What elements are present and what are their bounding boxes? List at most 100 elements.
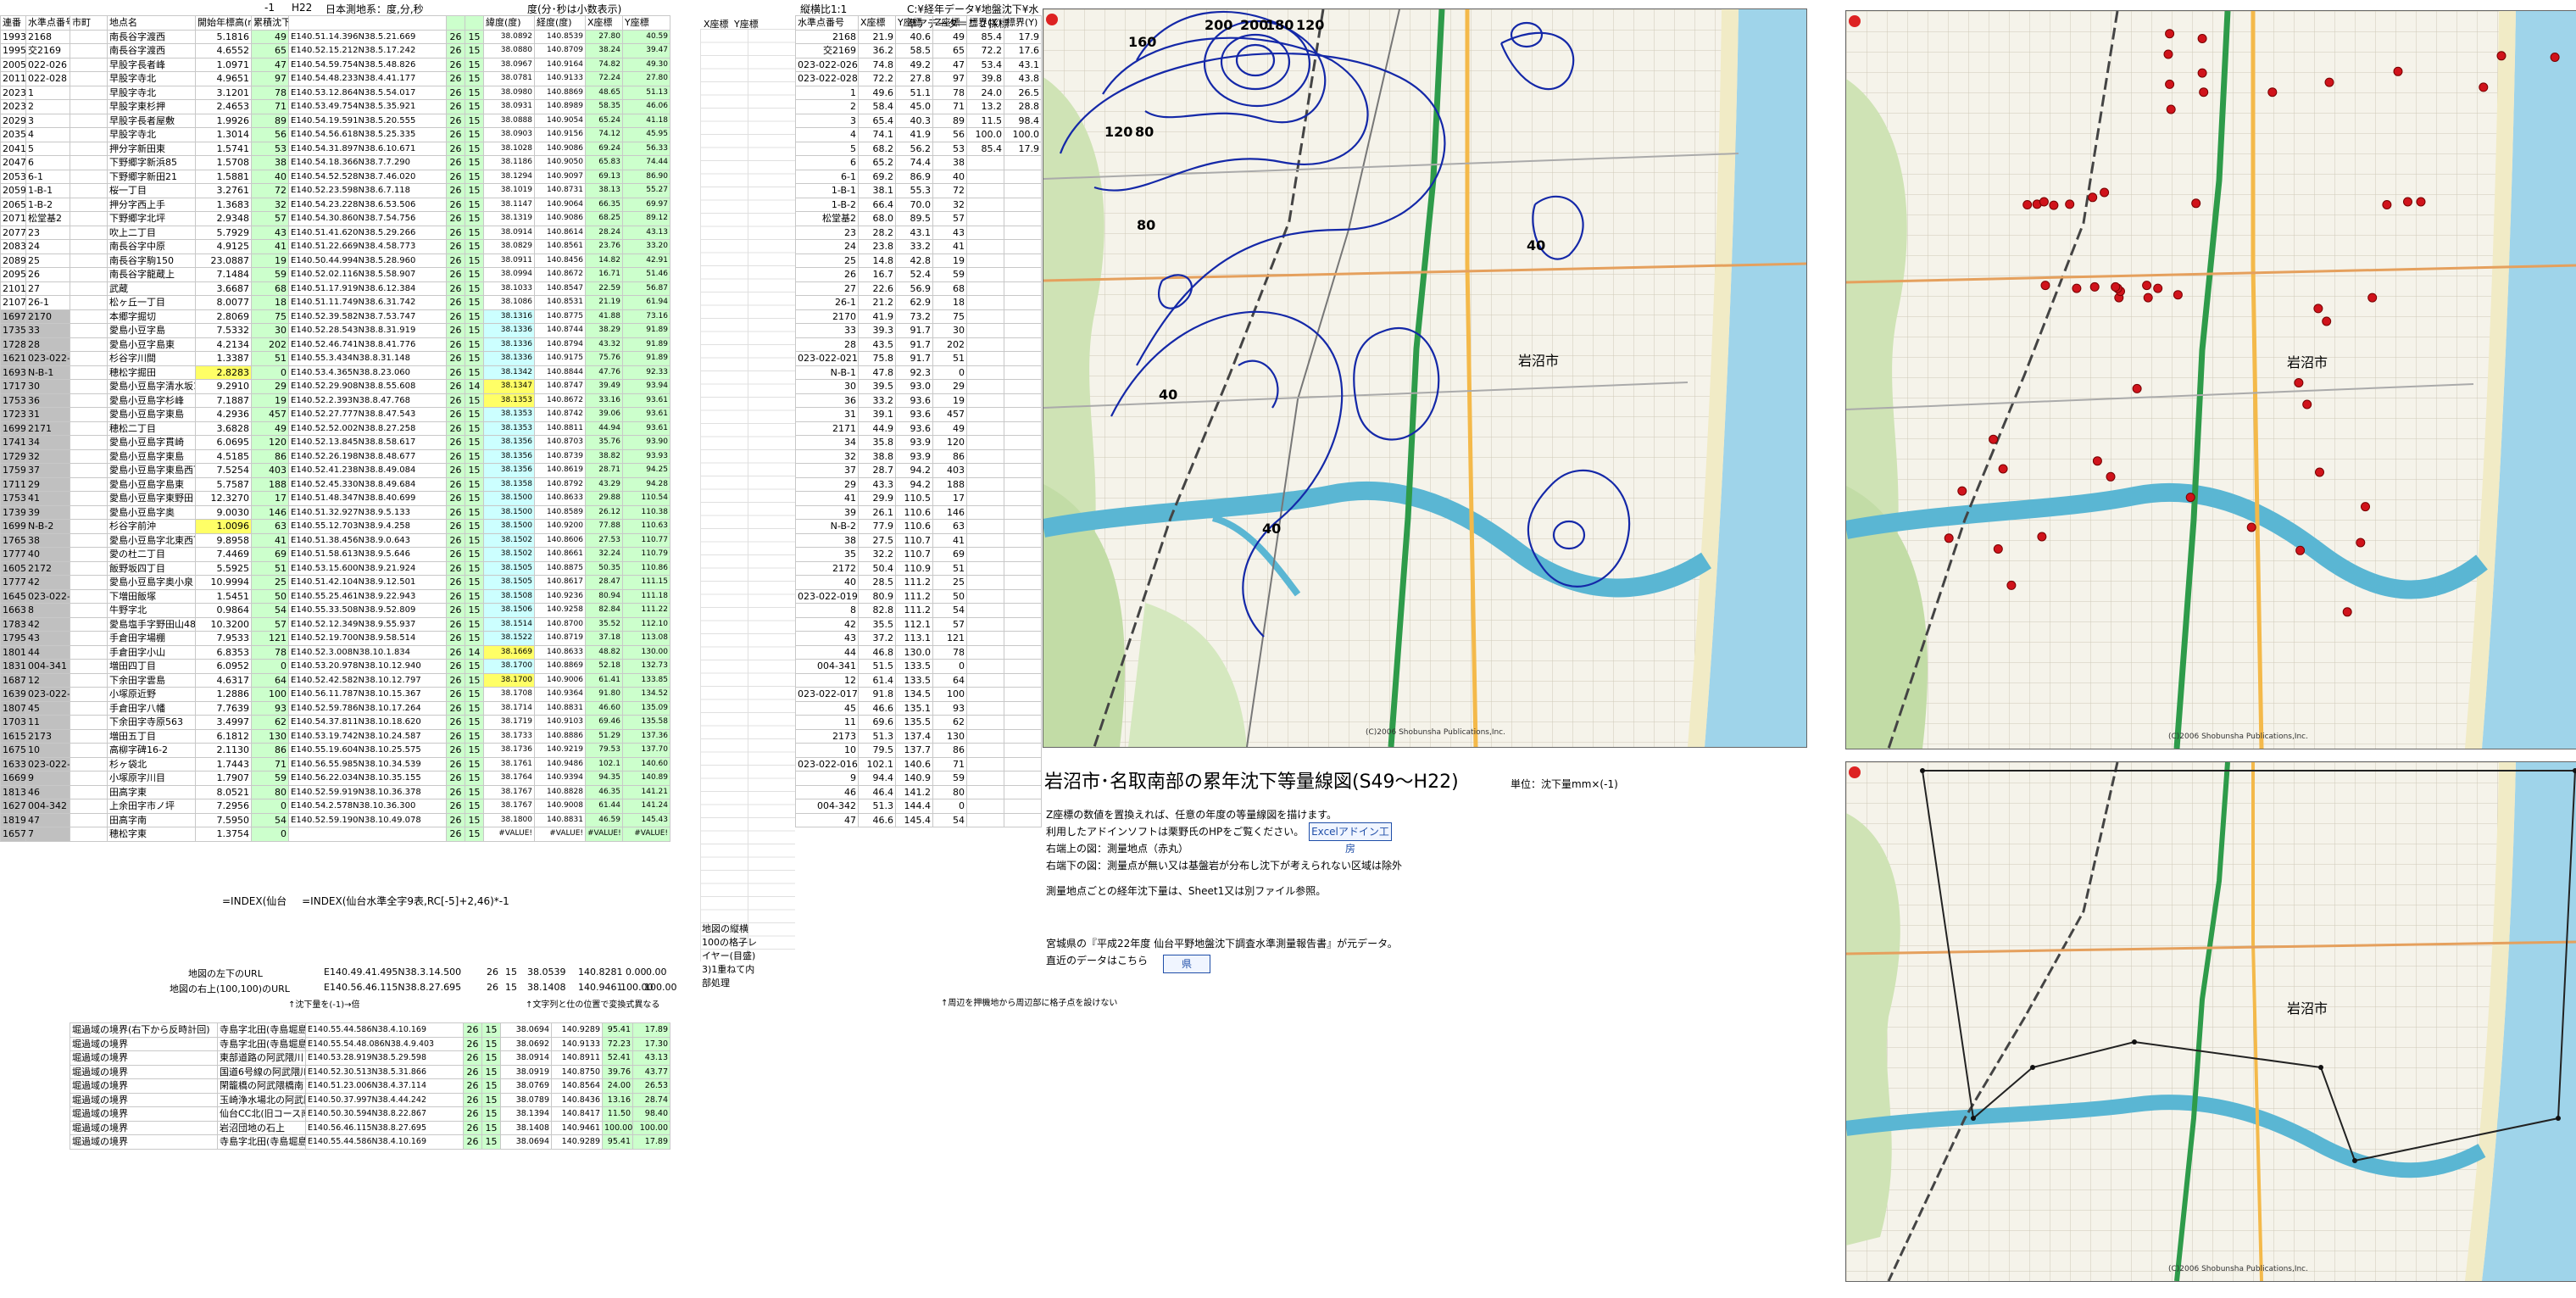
points-map[interactable]: 岩沼市 (C)2006 Shobunsha Publications,Inc. (1845, 10, 2576, 749)
table-cell[interactable]: 26 (446, 672, 465, 688)
boundary-cell[interactable]: 26 (463, 1050, 482, 1066)
measurement-point[interactable] (2166, 104, 2176, 114)
table-cell[interactable]: 38.0892 (483, 29, 535, 44)
table-cell[interactable] (1004, 323, 1042, 338)
table-cell[interactable]: 38.1800 (483, 812, 535, 827)
table-cell[interactable]: 3.6828 (195, 421, 252, 436)
table-cell[interactable]: 4.9651 (195, 71, 252, 86)
table-cell[interactable]: 130 (932, 728, 967, 744)
table-cell[interactable]: 37.18 (585, 631, 623, 646)
table-cell[interactable]: 100.0 (1004, 127, 1042, 142)
table-cell[interactable]: 38.1019 (483, 183, 535, 198)
table-cell[interactable]: 100 (251, 687, 289, 702)
table-cell[interactable]: 45.95 (622, 127, 670, 142)
table-cell[interactable]: 6.8353 (195, 644, 252, 660)
table-cell[interactable]: 100 (932, 687, 967, 702)
table-cell[interactable]: 29.9 (858, 491, 896, 506)
table-cell[interactable]: 89 (251, 113, 289, 128)
left-header-cell[interactable]: 経度(度) (534, 15, 586, 31)
table-cell[interactable]: 140.89 (622, 771, 670, 786)
table-cell[interactable]: 24 (25, 239, 70, 254)
table-cell[interactable] (1004, 393, 1042, 408)
table-cell[interactable]: E140.54.18.366N38.7.7.290 (288, 155, 447, 170)
table-cell[interactable]: 1735 (0, 323, 26, 338)
table-cell[interactable]: 1.3683 (195, 197, 252, 212)
table-cell[interactable]: 82.8 (858, 603, 896, 618)
table-cell[interactable]: 93.6 (895, 393, 933, 408)
table-cell[interactable]: 10 (795, 743, 859, 758)
table-cell[interactable] (966, 365, 1004, 380)
table-cell[interactable]: 15 (465, 393, 484, 408)
table-cell[interactable]: 2.1130 (195, 743, 252, 758)
table-cell[interactable]: 1703 (0, 715, 26, 730)
table-cell[interactable]: 39.8 (966, 71, 1004, 86)
table-cell[interactable]: E140.52.45.330N38.8.49.684 (288, 476, 447, 492)
table-cell[interactable]: 21.2 (858, 295, 896, 310)
measurement-point[interactable] (2382, 200, 2392, 209)
table-cell[interactable]: 26 (446, 448, 465, 464)
table-cell[interactable]: 43.13 (622, 225, 670, 240)
boundary-cell[interactable]: E140.53.28.919N38.5.29.598 (305, 1050, 464, 1066)
table-cell[interactable]: 15 (465, 57, 484, 72)
table-cell[interactable]: 26 (446, 575, 465, 590)
table-cell[interactable]: 42 (795, 616, 859, 632)
table-cell[interactable]: 1657 (0, 827, 26, 842)
boundary-cell[interactable]: E140.50.37.997N38.4.44.242 (305, 1092, 464, 1107)
table-cell[interactable]: 27.5 (858, 532, 896, 548)
table-cell[interactable] (70, 295, 108, 310)
table-cell[interactable]: 早股字寺北 (107, 71, 196, 86)
measurement-point[interactable] (2039, 197, 2049, 207)
table-cell[interactable]: 38.1358 (483, 476, 535, 492)
measurement-point[interactable] (1944, 533, 1954, 543)
table-cell[interactable]: 56 (251, 127, 289, 142)
table-cell[interactable]: E140.51.17.919N38.6.12.384 (288, 281, 447, 296)
table-cell[interactable] (966, 183, 1004, 198)
table-cell[interactable]: 26 (446, 393, 465, 408)
table-cell[interactable]: 4 (795, 127, 859, 142)
table-cell[interactable]: 42 (25, 616, 70, 632)
table-cell[interactable] (70, 85, 108, 100)
table-cell[interactable]: 10.9994 (195, 575, 252, 590)
boundary-cell[interactable]: 堀過域の境界 (70, 1050, 218, 1066)
boundary-cell[interactable]: 15 (481, 1106, 501, 1122)
table-cell[interactable]: 17.9 (1004, 141, 1042, 156)
table-cell[interactable] (966, 295, 1004, 310)
boundary-cell[interactable]: 140.8750 (551, 1064, 603, 1079)
table-cell[interactable]: 15 (465, 687, 484, 702)
table-cell[interactable]: 38.0880 (483, 43, 535, 58)
table-cell[interactable]: 愛島小豆島字北東西下 (107, 532, 196, 548)
table-cell[interactable]: 43 (932, 225, 967, 240)
table-cell[interactable]: 1663 (0, 603, 26, 618)
table-cell[interactable]: 140.8539 (534, 29, 586, 44)
table-cell[interactable]: 79.53 (585, 743, 623, 758)
measurement-point[interactable] (2550, 53, 2560, 62)
table-cell[interactable]: E140.51.22.669N38.4.58.773 (288, 239, 447, 254)
table-cell[interactable]: E140.52.26.198N38.8.48.677 (288, 448, 447, 464)
table-cell[interactable]: 38.1505 (483, 560, 535, 576)
boundary-cell[interactable]: 140.9133 (551, 1036, 603, 1051)
table-cell[interactable] (966, 351, 1004, 366)
table-cell[interactable]: 9.8958 (195, 532, 252, 548)
table-cell[interactable]: 140.8775 (534, 309, 586, 324)
table-cell[interactable]: 41.18 (622, 113, 670, 128)
table-cell[interactable]: 下野郷字新浜85 (107, 155, 196, 170)
table-cell[interactable]: 1777 (0, 575, 26, 590)
table-cell[interactable] (966, 169, 1004, 184)
table-cell[interactable]: 86 (251, 448, 289, 464)
table-cell[interactable]: 120 (932, 435, 967, 450)
table-cell[interactable]: 140.9236 (534, 588, 586, 604)
table-cell[interactable]: 140.8672 (534, 267, 586, 282)
table-cell[interactable]: 26 (446, 239, 465, 254)
table-cell[interactable]: E140.53.19.742N38.10.24.587 (288, 728, 447, 744)
table-cell[interactable]: 26 (25, 267, 70, 282)
table-cell[interactable]: 2089 (0, 253, 26, 268)
table-cell[interactable]: 5.7587 (195, 476, 252, 492)
measurement-point[interactable] (2040, 281, 2050, 291)
table-cell[interactable]: 26 (446, 85, 465, 100)
table-cell[interactable]: 94.4 (858, 771, 896, 786)
boundary-cell[interactable]: 堀過域の境界 (70, 1134, 218, 1150)
table-cell[interactable]: 1 (25, 85, 70, 100)
table-cell[interactable]: 86.90 (622, 169, 670, 184)
table-cell[interactable]: 71 (251, 756, 289, 772)
table-cell[interactable] (70, 504, 108, 520)
